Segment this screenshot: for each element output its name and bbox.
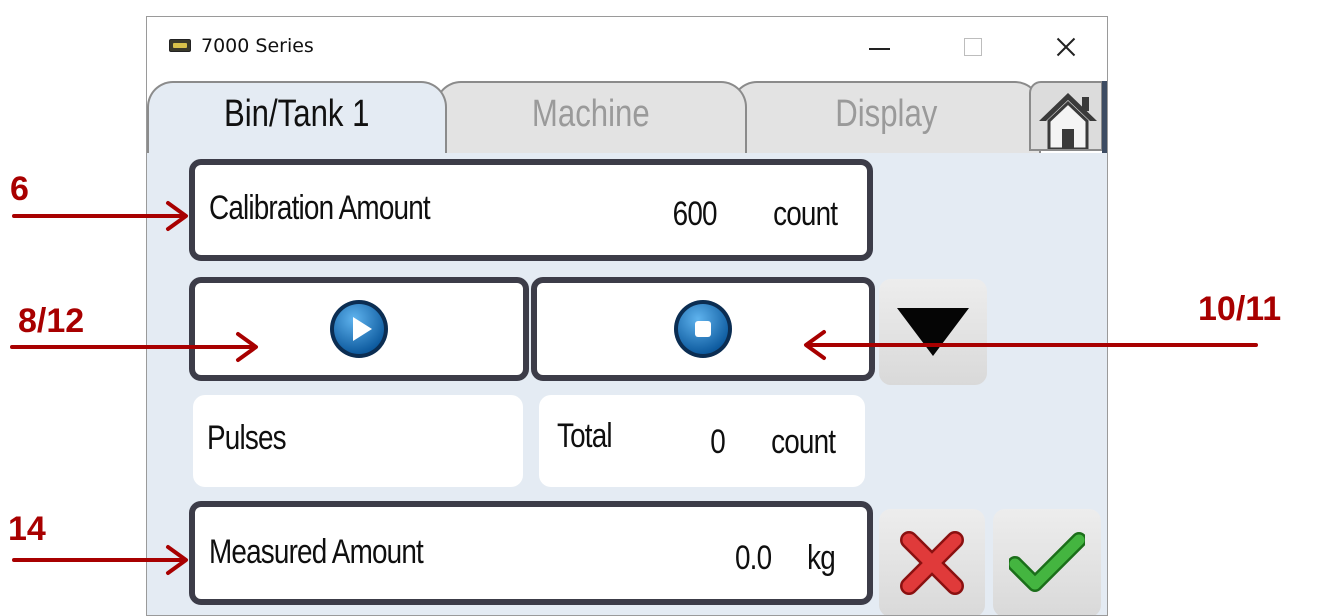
tab-bin-tank-1[interactable]: Bin/Tank 1 (147, 81, 447, 153)
home-icon (1039, 93, 1097, 149)
tab-label: Display (834, 93, 938, 135)
tab-label: Machine (532, 93, 650, 135)
tab-display[interactable]: Display (731, 81, 1041, 153)
tab-label: Bin/Tank 1 (224, 93, 370, 135)
home-button[interactable] (1029, 81, 1103, 151)
tab-strip: Bin/Tank 1 Machine Display (147, 75, 1107, 153)
tab-machine[interactable]: Machine (435, 81, 747, 153)
